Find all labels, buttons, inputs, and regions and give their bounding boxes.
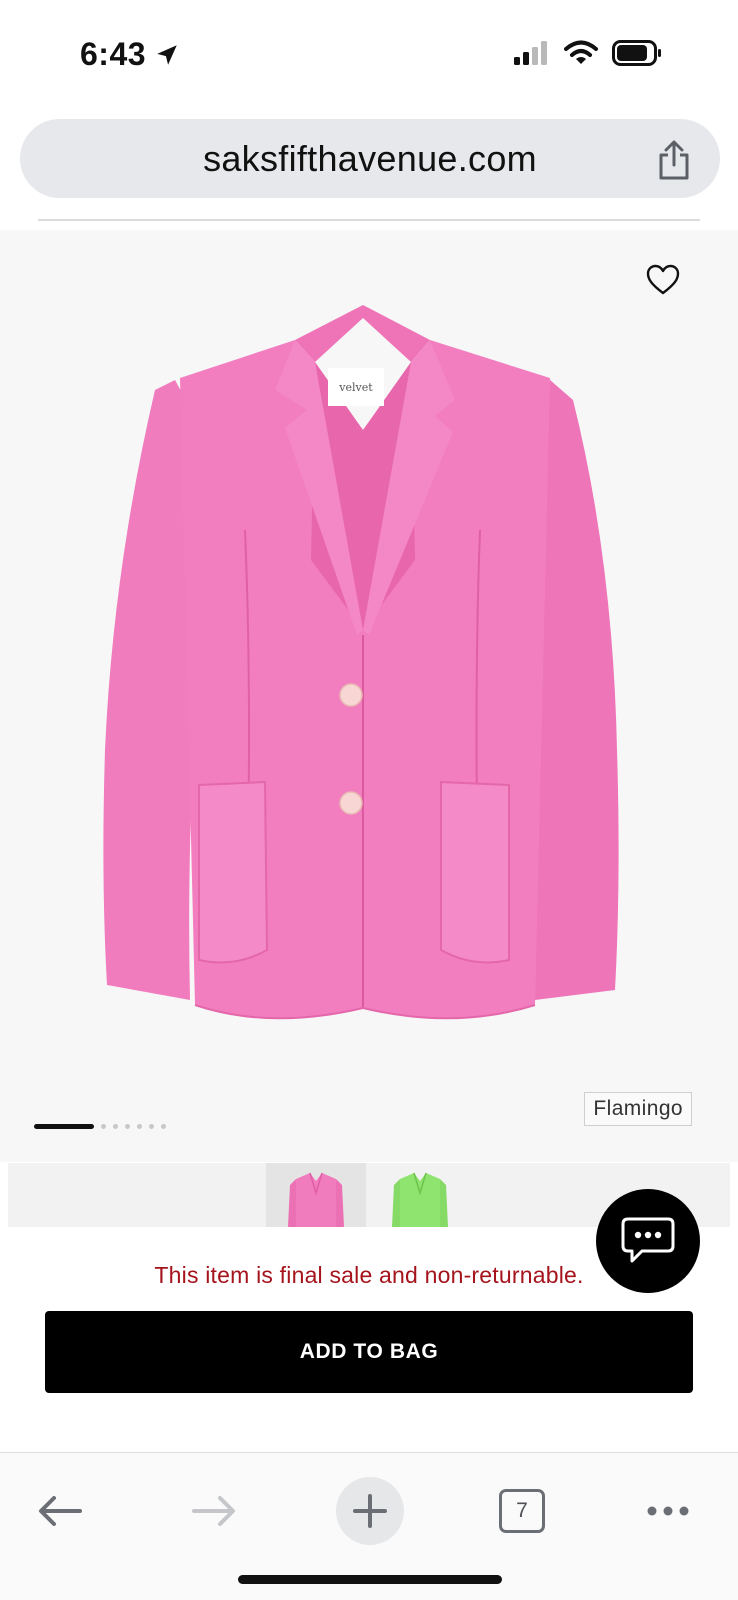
- battery-icon: [612, 40, 661, 66]
- jacket-thumbnail-pink: [288, 1172, 344, 1227]
- add-to-bag-button[interactable]: ADD TO BAG: [45, 1311, 693, 1393]
- tab-count-box: 7: [499, 1489, 545, 1533]
- product-image: velvet: [103, 305, 619, 1020]
- product-gallery[interactable]: velvet Flamingo: [0, 230, 738, 1162]
- ellipsis-icon: [647, 1506, 689, 1516]
- pager-dot[interactable]: [161, 1124, 166, 1129]
- add-to-bag-label: ADD TO BAG: [299, 1340, 439, 1363]
- chat-bubble-icon: [621, 1217, 675, 1263]
- share-button[interactable]: [654, 139, 694, 181]
- color-name-badge: Flamingo: [584, 1092, 692, 1126]
- more-menu-button[interactable]: [638, 1481, 698, 1541]
- pager-dot[interactable]: [149, 1124, 154, 1129]
- pager-indicator-active[interactable]: [34, 1124, 94, 1129]
- wishlist-button[interactable]: [646, 264, 680, 296]
- brand-label: velvet: [338, 381, 373, 394]
- tab-count: 7: [516, 1499, 528, 1522]
- color-name: Flamingo: [593, 1097, 683, 1120]
- color-thumbnail-flamingo[interactable]: [266, 1163, 366, 1227]
- forward-button[interactable]: [184, 1481, 244, 1541]
- status-bar: 6:43: [0, 0, 738, 110]
- share-icon: [659, 140, 689, 180]
- back-button[interactable]: [30, 1481, 90, 1541]
- gallery-pager[interactable]: [34, 1124, 166, 1129]
- heart-icon: [646, 264, 680, 295]
- status-icons: [514, 40, 662, 66]
- plus-icon: [353, 1494, 387, 1528]
- cellular-signal-icon: [514, 41, 547, 65]
- pager-dot[interactable]: [113, 1124, 118, 1129]
- header-divider: [38, 219, 700, 221]
- new-tab-button[interactable]: [336, 1477, 404, 1545]
- pager-dot[interactable]: [137, 1124, 142, 1129]
- pager-dot[interactable]: [101, 1124, 106, 1129]
- final-sale-notice: This item is final sale and non-returnab…: [154, 1262, 584, 1288]
- arrow-right-icon: [192, 1496, 235, 1526]
- tab-switcher-button[interactable]: 7: [492, 1481, 552, 1541]
- browser-toolbar: 7: [0, 1453, 738, 1600]
- jacket-thumbnail-green: [392, 1172, 448, 1227]
- address-bar[interactable]: saksfifthavenue.com: [20, 119, 720, 198]
- color-thumbnail-green[interactable]: [370, 1163, 470, 1227]
- home-indicator: [238, 1575, 502, 1584]
- url-text[interactable]: saksfifthavenue.com: [203, 138, 537, 180]
- pager-dot[interactable]: [125, 1124, 130, 1129]
- status-time: 6:43: [80, 36, 180, 73]
- location-arrow-icon: [157, 44, 177, 65]
- wifi-icon: [564, 40, 598, 64]
- arrow-left-icon: [39, 1496, 82, 1526]
- clock-label: 6:43: [80, 36, 147, 72]
